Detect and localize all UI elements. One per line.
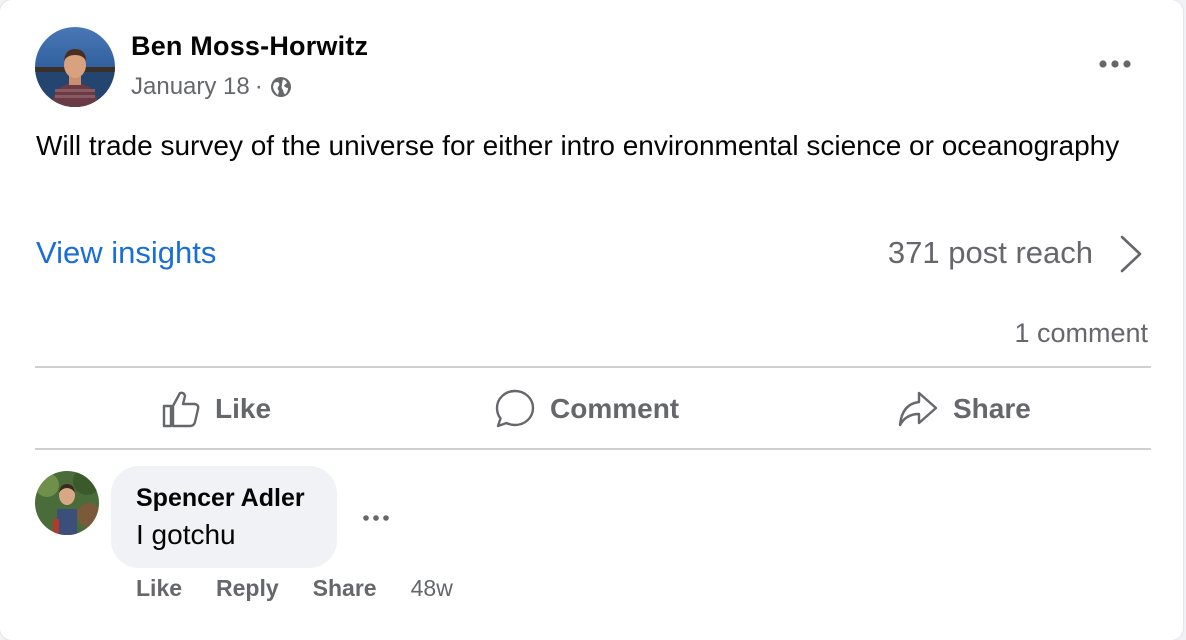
share-button[interactable]: Share [897,384,1031,434]
thumbs-up-icon [162,391,200,428]
post-reach[interactable]: 371 post reach [888,235,1093,271]
comment-bubble [111,466,337,568]
share-arrow-icon [898,391,938,427]
post-meta: January 18 · [131,73,293,101]
post-options-button[interactable] [1093,50,1137,78]
chevron-right-icon[interactable] [1116,233,1146,275]
author-name[interactable]: Ben Moss-Horwitz [131,31,368,62]
comment-count[interactable]: 1 comment [1014,318,1148,349]
like-button[interactable]: Like [161,384,271,434]
comment-actions: Like Reply Share 48w [136,575,453,602]
share-label: Share [953,393,1031,424]
globe-icon[interactable] [269,75,293,99]
post-text: Will trade survey of the universe for ei… [36,130,1120,161]
comment-timestamp[interactable]: 48w [411,575,453,602]
more-dots-icon [1099,60,1131,68]
post-date[interactable]: January 18 [131,73,250,101]
comment-options-button[interactable] [356,505,396,531]
comment-share-button[interactable]: Share [313,575,377,602]
like-label: Like [215,393,272,424]
view-insights-link[interactable]: View insights [36,235,216,271]
more-dots-icon [363,515,389,521]
comment-button[interactable]: Comment [494,384,679,434]
author-avatar[interactable] [35,27,115,107]
comment-label: Comment [550,393,680,424]
comment-reply-button[interactable]: Reply [216,575,279,602]
post-card: Ben Moss-Horwitz January 18 · Will trade… [0,0,1183,640]
divider-top [35,366,1151,368]
comment-bubble-icon [495,389,535,428]
comment-like-button[interactable]: Like [136,575,182,602]
commenter-name[interactable]: Spencer Adler [136,484,305,513]
divider-bottom [35,448,1151,450]
comment-text: I gotchu [136,519,236,550]
meta-separator: · [254,73,263,100]
commenter-avatar[interactable] [35,471,99,535]
